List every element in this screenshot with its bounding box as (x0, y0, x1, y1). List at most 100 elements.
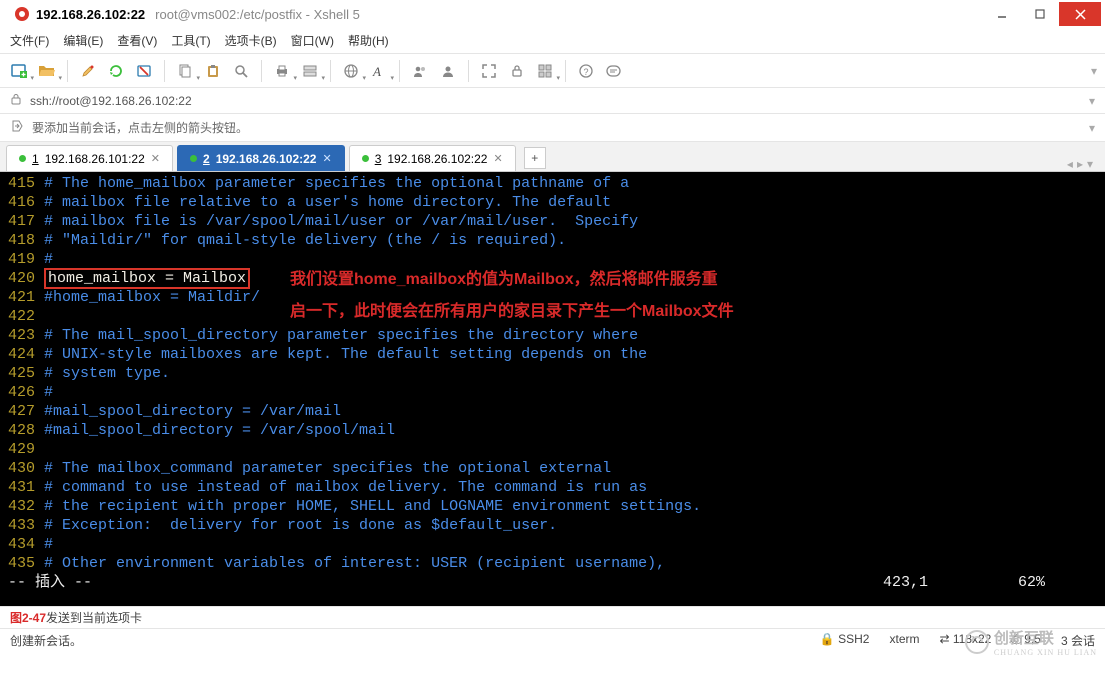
toolbar-overflow[interactable]: ▾ (1091, 64, 1097, 78)
input-hint-text: 发送到当前选项卡 (46, 609, 142, 626)
hint-bar: 要添加当前会话，点击左侧的箭头按钮。 ▾ (0, 114, 1105, 142)
font-icon[interactable]: A (368, 60, 390, 82)
tab-3[interactable]: 3 192.168.26.102:22 ✕ (349, 145, 516, 171)
menu-tabs[interactable]: 选项卡(B) (225, 32, 277, 49)
disconnect-icon[interactable] (133, 60, 155, 82)
vim-percent: 62% (1018, 574, 1045, 591)
terminal-line: 423# The mail_spool_directory parameter … (8, 326, 1105, 345)
tab-prev-icon[interactable]: ◂ (1067, 157, 1073, 171)
menu-view[interactable]: 查看(V) (117, 32, 157, 49)
status-bar: 创建新会话。 🔒 SSH2 xterm ⇄ 118x22 ⎙ 9,5 3 会话 (0, 628, 1105, 652)
window-title-main: 192.168.26.102:22 (36, 7, 145, 22)
highlight-icon[interactable] (77, 60, 99, 82)
toolbar-divider (261, 60, 262, 82)
tab-label: 192.168.26.102:22 (387, 152, 487, 166)
add-tab-button[interactable]: + (524, 147, 546, 169)
terminal[interactable]: 415# The home_mailbox parameter specifie… (0, 172, 1105, 606)
tab-2[interactable]: 2 192.168.26.102:22 ✕ (177, 145, 345, 171)
menu-tools[interactable]: 工具(T) (171, 32, 210, 49)
terminal-line: 434# (8, 535, 1105, 554)
svg-text:A: A (372, 64, 381, 79)
tab-label: 192.168.26.101:22 (45, 152, 145, 166)
menu-edit[interactable]: 编辑(E) (63, 32, 103, 49)
print-icon[interactable] (271, 60, 293, 82)
toolbar-divider (399, 60, 400, 82)
tab-number: 1 (32, 152, 39, 166)
hint-text: 要添加当前会话，点击左侧的箭头按钮。 (32, 119, 248, 136)
status-dot-icon (362, 155, 369, 162)
annotation-line-1: 我们设置home_mailbox的值为Mailbox，然后将邮件服务重 (290, 266, 718, 294)
terminal-line: 416# mailbox file relative to a user's h… (8, 193, 1105, 212)
tab-number: 2 (203, 152, 210, 166)
terminal-line: 431# command to use instead of mailbox d… (8, 478, 1105, 497)
toolbar-divider (67, 60, 68, 82)
vim-mode: -- 插入 -- (8, 573, 92, 592)
window-buttons (983, 2, 1101, 26)
watermark: 创新互联 CHUANG XIN HU LIAN (964, 627, 1097, 657)
tab-next-icon[interactable]: ▸ (1077, 157, 1083, 171)
menu-help[interactable]: 帮助(H) (348, 32, 389, 49)
properties-icon[interactable] (299, 60, 321, 82)
copy-icon[interactable] (174, 60, 196, 82)
terminal-line: 425# system type. (8, 364, 1105, 383)
address-url[interactable]: ssh://root@192.168.26.102:22 (30, 94, 1081, 108)
toolbar-divider (565, 60, 566, 82)
layout-icon[interactable] (534, 60, 556, 82)
toolbar: A ? ▾ (0, 54, 1105, 88)
terminal-line: 415# The home_mailbox parameter specifie… (8, 174, 1105, 193)
toolbar-divider (330, 60, 331, 82)
open-icon[interactable] (36, 60, 58, 82)
status-dot-icon (190, 155, 197, 162)
lock-icon[interactable] (506, 60, 528, 82)
tab-close-icon[interactable]: ✕ (322, 152, 331, 165)
address-overflow[interactable]: ▾ (1089, 94, 1095, 108)
compose-icon[interactable] (603, 60, 625, 82)
fullscreen-icon[interactable] (478, 60, 500, 82)
window-title-sub: root@vms002:/etc/postfix - Xshell 5 (155, 7, 360, 22)
paste-icon[interactable] (202, 60, 224, 82)
tab-close-icon[interactable]: ✕ (493, 152, 502, 165)
terminal-line: 433# Exception: delivery for root is don… (8, 516, 1105, 535)
menu-file[interactable]: 文件(F) (10, 32, 49, 49)
terminal-line: 418# "Maildir/" for qmail-style delivery… (8, 231, 1105, 250)
toolbar-divider (164, 60, 165, 82)
annotation-line-2: 启一下，此时便会在所有用户的家目录下产生一个Mailbox文件 (290, 298, 734, 326)
close-button[interactable] (1059, 2, 1101, 26)
terminal-line: 424# UNIX-style mailboxes are kept. The … (8, 345, 1105, 364)
app-icon (14, 6, 30, 22)
menu-window[interactable]: 窗口(W) (291, 32, 334, 49)
svg-text:?: ? (584, 67, 589, 77)
tab-strip: 1 192.168.26.101:22 ✕ 2 192.168.26.102:2… (0, 142, 1105, 172)
terminal-line: 429 (8, 440, 1105, 459)
minimize-button[interactable] (983, 2, 1021, 26)
tab-list-icon[interactable]: ▾ (1087, 157, 1093, 171)
address-bar: ssh://root@192.168.26.102:22 ▾ (0, 88, 1105, 114)
status-left: 创建新会话。 (10, 632, 82, 649)
find-icon[interactable] (230, 60, 252, 82)
tab-close-icon[interactable]: ✕ (151, 152, 160, 165)
terminal-line: 428#mail_spool_directory = /var/spool/ma… (8, 421, 1105, 440)
maximize-button[interactable] (1021, 2, 1059, 26)
terminal-line: 426# (8, 383, 1105, 402)
status-dot-icon (19, 155, 26, 162)
toolbar-divider (468, 60, 469, 82)
user-icon[interactable] (437, 60, 459, 82)
bookmark-arrow-icon[interactable] (10, 119, 24, 136)
users-icon[interactable] (409, 60, 431, 82)
tab-number: 3 (375, 152, 382, 166)
encoding-icon[interactable] (340, 60, 362, 82)
terminal-line: 427#mail_spool_directory = /var/mail (8, 402, 1105, 421)
help-icon[interactable]: ? (575, 60, 597, 82)
tab-label: 192.168.26.102:22 (216, 152, 317, 166)
figure-label: 图2-47 (10, 609, 46, 626)
hint-overflow[interactable]: ▾ (1089, 121, 1095, 135)
tab-1[interactable]: 1 192.168.26.101:22 ✕ (6, 145, 173, 171)
terminal-line: 417# mailbox file is /var/spool/mail/use… (8, 212, 1105, 231)
watermark-cn: 创新互联 (994, 631, 1054, 647)
terminal-line: 430# The mailbox_command parameter speci… (8, 459, 1105, 478)
vim-status-line: -- 插入 -- 423,1 62% (8, 573, 1105, 592)
vim-position: 423,1 (883, 574, 928, 591)
new-session-icon[interactable] (8, 60, 30, 82)
status-ssh: 🔒 SSH2 (820, 632, 870, 649)
reconnect-icon[interactable] (105, 60, 127, 82)
